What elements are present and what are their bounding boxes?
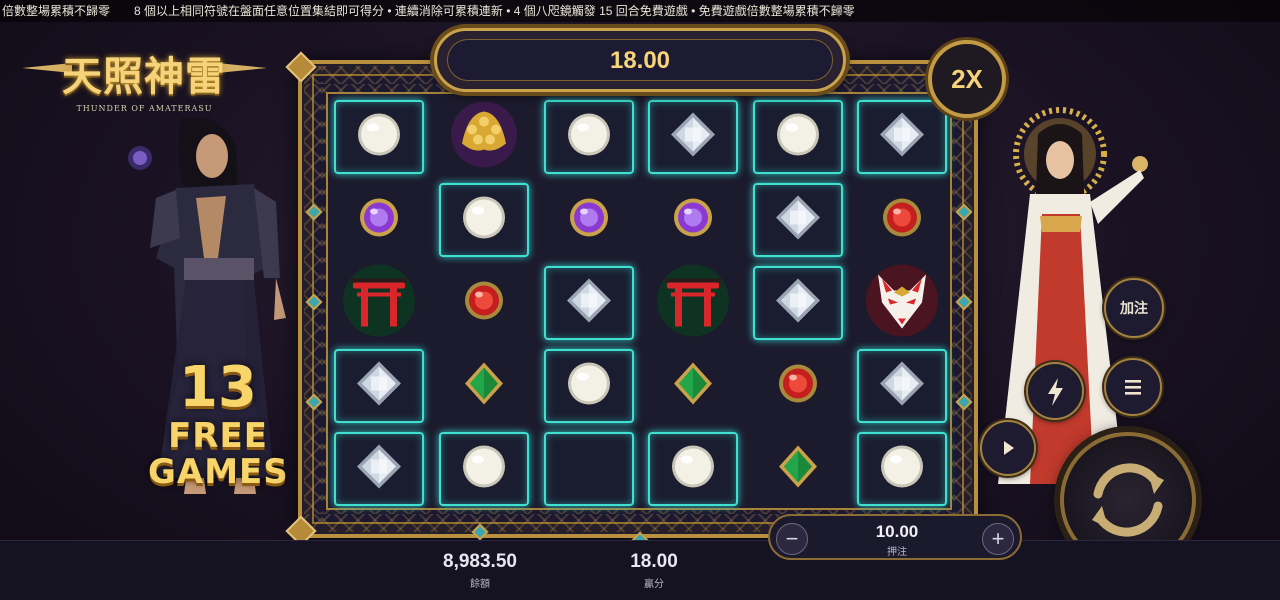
win-amount: 18.00 — [447, 39, 833, 81]
reel-cell — [334, 100, 424, 174]
reel-cell — [648, 349, 738, 423]
diamond-icon — [669, 111, 717, 164]
game-logo: 天照神雷 THUNDER OF AMATERASU — [22, 44, 267, 120]
free-games-label-1: FREE — [168, 416, 268, 456]
free-games-count: 13 — [179, 355, 257, 420]
reel-cell — [753, 432, 843, 506]
pearl-icon — [775, 112, 821, 163]
reel-cell — [857, 349, 947, 423]
reel-cell — [334, 183, 424, 257]
ruby-icon — [881, 197, 923, 244]
reel-cell — [544, 432, 634, 506]
add-bet-button[interactable]: 加注 — [1104, 278, 1164, 338]
reel-cell — [544, 266, 634, 340]
reel-cell — [439, 349, 529, 423]
reel-cell — [753, 100, 843, 174]
reel-cell — [753, 183, 843, 257]
menu-button[interactable] — [1104, 358, 1162, 416]
bet-value: 10.00 — [875, 522, 919, 541]
amethyst-icon — [568, 197, 610, 244]
reel-cell — [544, 100, 634, 174]
pearl-icon — [566, 361, 612, 412]
turbo-button[interactable] — [1026, 362, 1084, 420]
diamond-icon — [565, 277, 613, 330]
balance-display: 8,983.50 餘額 — [420, 551, 540, 590]
emerald-icon — [463, 361, 505, 412]
reel-cell — [439, 100, 529, 174]
reel-cell — [857, 264, 947, 340]
win-total-display: 18.00 贏分 — [594, 551, 714, 590]
reel-cell — [753, 266, 843, 340]
fox-mask-icon — [864, 263, 940, 344]
logo-title: 天照神雷 — [62, 53, 226, 100]
reel-grid — [326, 92, 952, 510]
win-display: 18.00 — [434, 28, 846, 92]
info-ticker: 倍數整場累積不歸零 8 個以上相同符號在盤面任意位置集結即可得分 • 連續消除可… — [0, 0, 1280, 22]
diamond-icon — [355, 443, 403, 496]
reel-cell — [334, 264, 424, 340]
bet-decrease-button[interactable]: − — [776, 523, 808, 555]
balance-value: 8,983.50 — [443, 551, 517, 572]
reel-cell — [544, 183, 634, 257]
pearl-icon — [356, 112, 402, 163]
reel-cell — [439, 432, 529, 506]
reel-cell — [439, 266, 529, 340]
bet-label: 押注 — [887, 547, 907, 558]
reel-cell — [648, 264, 738, 340]
reel-cell — [857, 100, 947, 174]
play-icon — [1004, 441, 1014, 455]
ruby-icon — [777, 363, 819, 410]
diamond-icon — [774, 194, 822, 247]
free-games-label-2: GAMES — [148, 452, 289, 492]
pearl-icon — [879, 444, 925, 495]
reel-cell — [439, 183, 529, 257]
bet-control: − 10.00 押注 + — [768, 514, 1022, 560]
pearl-icon — [566, 112, 612, 163]
logo-subtitle: THUNDER OF AMATERASU — [76, 104, 213, 113]
reel-cell — [648, 432, 738, 506]
win-total-value: 18.00 — [630, 551, 678, 572]
reel-cell — [334, 432, 424, 506]
reel-cell — [753, 349, 843, 423]
diamond-icon — [355, 360, 403, 413]
ruby-icon — [463, 280, 505, 327]
emerald-icon — [777, 444, 819, 495]
diamond-icon — [774, 277, 822, 330]
reel-cell — [648, 183, 738, 257]
torii-gate-icon — [341, 263, 417, 344]
autoplay-button[interactable] — [980, 420, 1036, 476]
diamond-icon — [878, 111, 926, 164]
pearl-icon — [461, 444, 507, 495]
balance-label: 餘額 — [470, 579, 490, 590]
reel-cell — [857, 183, 947, 257]
reel-cell — [857, 432, 947, 506]
reel-cell — [648, 100, 738, 174]
free-games-counter: 13 FREE GAMES — [148, 355, 289, 492]
amethyst-icon — [672, 197, 714, 244]
bet-increase-button[interactable]: + — [982, 523, 1014, 555]
golden-dragon-icon — [448, 100, 520, 175]
diamond-icon — [878, 360, 926, 413]
torii-gate-icon — [655, 263, 731, 344]
reel-cell — [544, 349, 634, 423]
emerald-icon — [672, 361, 714, 412]
multiplier-badge: 2X — [928, 40, 1006, 118]
menu-icon — [1125, 380, 1141, 395]
pearl-icon — [670, 444, 716, 495]
reel-cell — [334, 349, 424, 423]
amethyst-icon — [358, 197, 400, 244]
win-total-label: 贏分 — [644, 579, 664, 590]
lightning-icon — [1048, 378, 1063, 406]
pearl-icon — [461, 195, 507, 246]
